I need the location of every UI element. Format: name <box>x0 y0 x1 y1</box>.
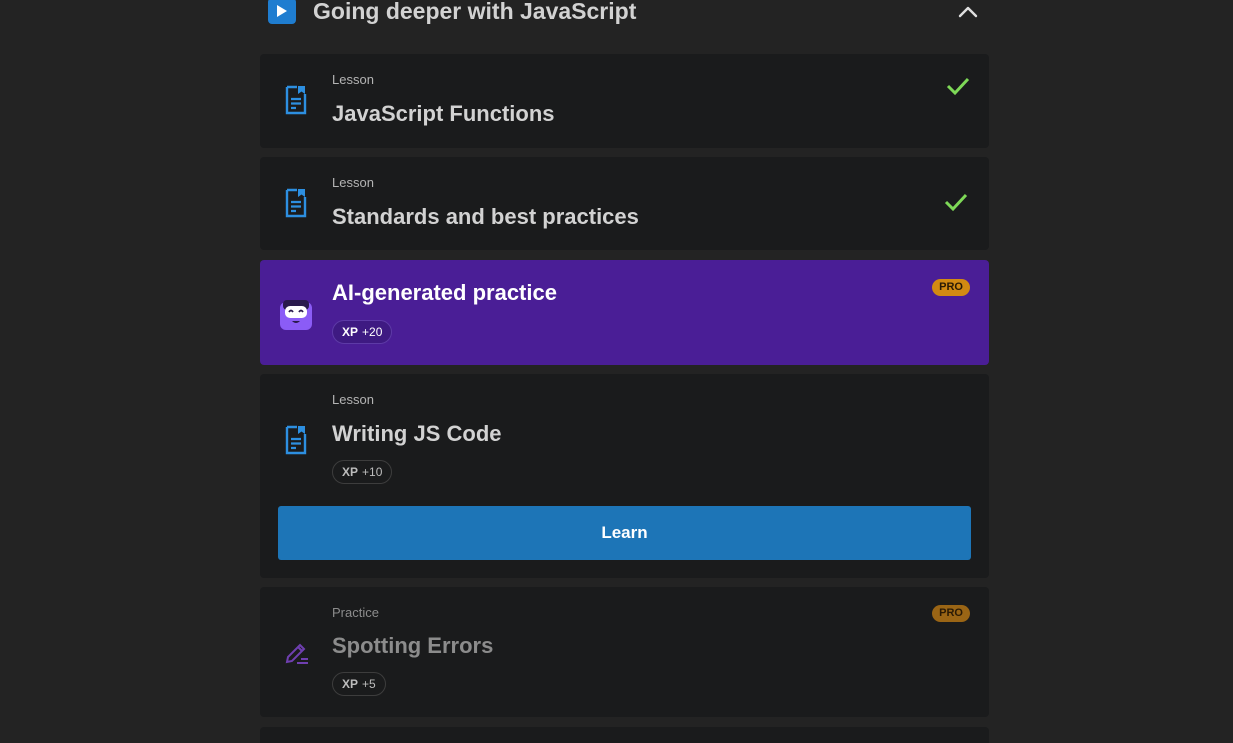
check-icon <box>944 193 968 212</box>
lesson-card-writing-js-code: Lesson Writing JS Code XP +10 Learn <box>260 374 989 578</box>
practice-card-spotting-errors[interactable]: Practice Spotting Errors PRO XP +5 <box>260 587 989 717</box>
xp-value: +20 <box>362 325 383 339</box>
item-title: Spotting Errors <box>332 633 494 658</box>
next-item-card[interactable] <box>260 727 989 743</box>
module-title: Going deeper with JavaScript <box>313 0 637 24</box>
pro-badge: PRO <box>932 605 970 622</box>
check-icon <box>946 77 970 96</box>
ai-practice-card[interactable]: AI-generated practice PRO XP +20 <box>260 260 989 365</box>
xp-label: XP <box>342 677 359 691</box>
item-title: JavaScript Functions <box>332 101 555 126</box>
item-title: AI-generated practice <box>332 280 557 305</box>
xp-label: XP <box>342 325 359 339</box>
play-icon <box>268 0 296 24</box>
learn-button[interactable]: Learn <box>278 506 971 560</box>
xp-badge: XP +20 <box>332 320 393 344</box>
xp-badge: XP +5 <box>332 672 386 696</box>
item-title: Standards and best practices <box>332 204 639 229</box>
course-module: Going deeper with JavaScript Lesson Java… <box>260 0 989 743</box>
lesson-card-standards[interactable]: Lesson Standards and best practices <box>260 157 989 250</box>
lesson-document-icon <box>285 85 307 115</box>
xp-value: +10 <box>362 465 383 479</box>
item-type-label: Practice <box>332 605 379 620</box>
xp-value: +5 <box>362 677 376 691</box>
xp-badge: XP +10 <box>332 460 393 484</box>
item-title: Writing JS Code <box>332 421 502 446</box>
item-type-label: Lesson <box>332 175 374 190</box>
ai-robot-icon <box>280 300 312 330</box>
pro-badge: PRO <box>932 279 970 296</box>
pencil-icon <box>285 643 308 664</box>
item-type-label: Lesson <box>332 72 374 87</box>
lesson-document-icon <box>285 188 307 218</box>
xp-label: XP <box>342 465 359 479</box>
lesson-document-icon <box>285 425 307 455</box>
chevron-up-icon[interactable] <box>955 0 981 22</box>
lesson-card-javascript-functions[interactable]: Lesson JavaScript Functions <box>260 54 989 148</box>
module-header[interactable]: Going deeper with JavaScript <box>260 0 989 24</box>
item-type-label: Lesson <box>332 392 374 407</box>
